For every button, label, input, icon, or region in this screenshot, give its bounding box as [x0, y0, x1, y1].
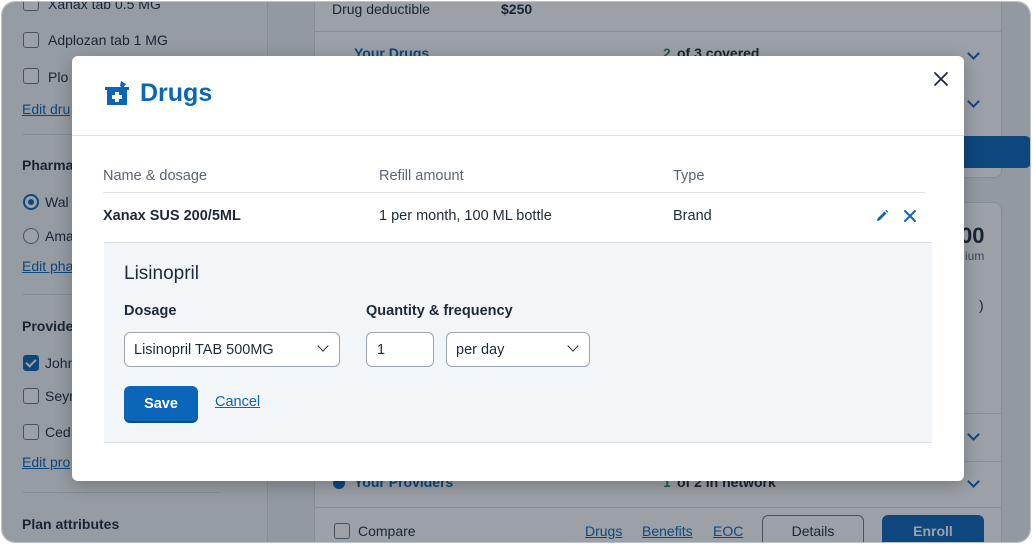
quantity-input[interactable]: [366, 332, 434, 367]
modal-title: Drugs: [140, 79, 213, 107]
drug-name-cell: Xanax SUS 200/5ML: [103, 208, 241, 224]
dosage-selected-value: Lisinopril TAB 500MG: [134, 341, 274, 358]
app-frame: Xanax tab 0.5 MG Adplozan tab 1 MG Plo E…: [1, 1, 1031, 543]
modal-header: Drugs: [72, 56, 964, 136]
remove-icon[interactable]: [902, 208, 918, 224]
table-header-divider: [103, 192, 925, 193]
frequency-selected-value: per day: [456, 341, 505, 358]
dosage-select[interactable]: Lisinopril TAB 500MG: [124, 332, 340, 367]
drug-type-cell: Brand: [673, 208, 712, 224]
chevron-down-icon: [317, 340, 329, 352]
save-button[interactable]: Save: [124, 386, 198, 421]
edit-drug-panel: Lisinopril Dosage Lisinopril TAB 500MG Q…: [104, 242, 932, 443]
column-header-type: Type: [673, 168, 705, 184]
frequency-select[interactable]: per day: [446, 332, 590, 367]
close-icon[interactable]: [930, 68, 952, 90]
cancel-link[interactable]: Cancel: [215, 394, 260, 410]
column-header-name: Name & dosage: [103, 168, 207, 184]
edit-drug-name: Lisinopril: [124, 263, 199, 284]
prescription-bottle-icon: [104, 80, 130, 106]
dosage-label: Dosage: [124, 303, 177, 319]
column-header-refill: Refill amount: [379, 168, 464, 184]
drugs-modal: Drugs Name & dosage Refill amount Type X…: [72, 56, 964, 481]
refill-amount-cell: 1 per month, 100 ML bottle: [379, 208, 552, 224]
chevron-down-icon: [567, 340, 579, 352]
edit-icon[interactable]: [874, 208, 890, 224]
quantity-frequency-label: Quantity & frequency: [366, 303, 513, 319]
